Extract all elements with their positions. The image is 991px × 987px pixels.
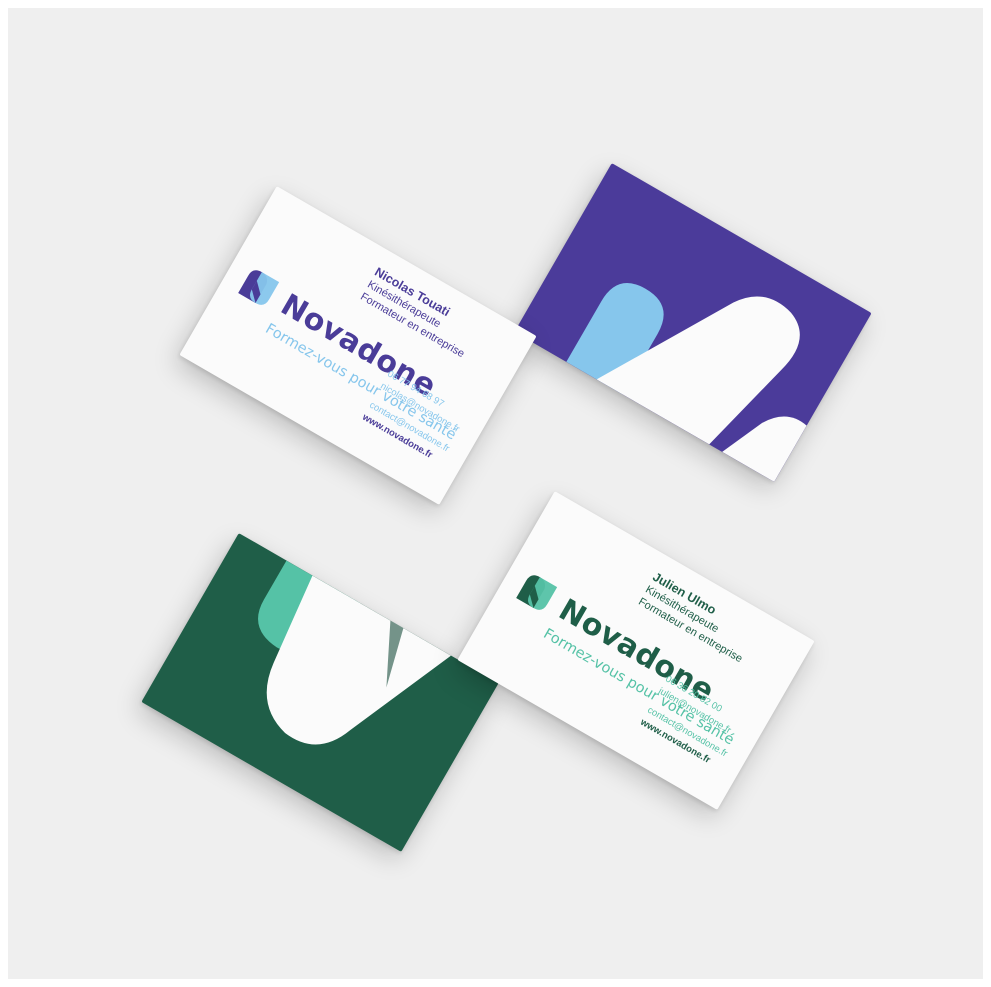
card-back-pattern bbox=[258, 560, 452, 745]
mockup-scene: Nicolas Touati Kinésithérapeute Formateu… bbox=[8, 8, 983, 979]
card-back-pattern bbox=[566, 283, 807, 482]
novadone-logo-icon bbox=[516, 575, 558, 610]
business-card-julien: Julien Ulmo Kinésithérapeute Formateur e… bbox=[457, 491, 815, 810]
business-card-back-purple bbox=[514, 163, 872, 482]
novadone-logo-icon bbox=[238, 270, 280, 305]
business-card-back-green bbox=[141, 533, 499, 852]
business-card-nicolas: Nicolas Touati Kinésithérapeute Formateu… bbox=[179, 186, 537, 505]
